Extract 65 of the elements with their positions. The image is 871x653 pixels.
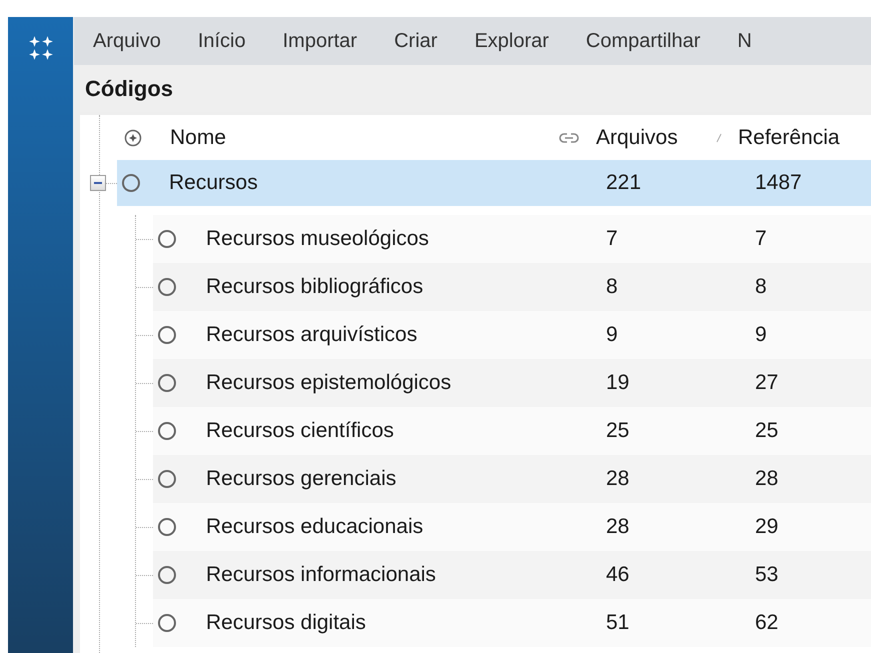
menu-item[interactable]: Explorar (474, 30, 549, 52)
code-circle-icon (158, 470, 176, 488)
table-cell: 25 (755, 419, 778, 443)
table-cell: 62 (755, 611, 778, 635)
table-cell: 28 (755, 467, 778, 491)
code-name: Recursos arquivísticos (206, 323, 418, 347)
code-name: Recursos (169, 171, 259, 195)
table-cell: 27 (755, 371, 778, 395)
table-cell: 9 (755, 323, 767, 347)
tree-row[interactable]: Recursos científicos 25 25 (153, 407, 871, 455)
table-cell: 53 (755, 563, 778, 587)
table-cell: 1487 (755, 171, 802, 195)
menu-item[interactable]: Arquivo (93, 30, 161, 52)
tree-row[interactable]: Recursos museológicos 7 7 (153, 215, 871, 263)
tree-row[interactable]: Recursos gerenciais 28 28 (153, 455, 871, 503)
code-name: Recursos digitais (206, 611, 367, 635)
code-circle-icon (158, 278, 176, 296)
table-cell-text: 9 (606, 323, 619, 347)
collapse-toggle[interactable] (90, 175, 106, 191)
table-cell-text: 221 (606, 171, 642, 195)
menu-item[interactable]: Compartilhar (586, 30, 700, 52)
menu-item[interactable]: Importar (282, 30, 358, 52)
panel-title: Códigos (85, 76, 173, 102)
table-cell-text: 8 (606, 275, 619, 299)
code-circle-icon (158, 422, 176, 440)
tree-row[interactable]: Recursos informacionais 46 53 (153, 551, 871, 599)
tree-row[interactable]: Recursos digitais 51 62 (153, 599, 871, 647)
tree-row[interactable]: Recursos bibliográficos 8 8 (153, 263, 871, 311)
table-cell: 8 (755, 275, 767, 299)
code-name: Recursos informacionais (206, 563, 437, 587)
code-circle-icon (158, 230, 176, 248)
menu-item[interactable]: Criar (394, 30, 438, 52)
table-cell-text: 51 (606, 611, 630, 635)
tree-row[interactable]: Recursos 221 1487 (117, 160, 871, 206)
table-cell-text: 25 (606, 419, 630, 443)
menu-item[interactable]: N (737, 30, 752, 52)
code-name: Recursos museológicos (206, 227, 430, 251)
code-name: Recursos epistemológicos (206, 371, 452, 395)
column-header[interactable]: Nome (170, 126, 547, 150)
code-circle-icon (158, 326, 176, 344)
add-icon[interactable] (124, 128, 142, 146)
table-cell: 29 (755, 515, 778, 539)
code-name: Recursos educacionais (206, 515, 424, 539)
table-cell-text: 28 (606, 467, 630, 491)
code-circle-icon (158, 518, 176, 536)
code-circle-icon (158, 614, 176, 632)
table-cell-text: 28 (606, 515, 630, 539)
tree-row[interactable]: Recursos educacionais 28 29 (153, 503, 871, 551)
table-cell-text: 19 (606, 371, 630, 395)
menu-item[interactable]: Início (198, 30, 246, 52)
column-header[interactable]: Referência (738, 126, 840, 150)
tree-row[interactable]: Recursos epistemológicos 19 27 (153, 359, 871, 407)
code-circle-icon (158, 566, 176, 584)
code-name: Recursos bibliográficos (206, 275, 424, 299)
table-cell-text: 46 (606, 563, 630, 587)
code-name: Recursos científicos (206, 419, 395, 443)
link-icon[interactable] (559, 132, 579, 144)
code-name: Recursos gerenciais (206, 467, 398, 491)
app-logo-icon[interactable] (28, 35, 54, 61)
column-header[interactable]: Arquivos (596, 126, 716, 150)
code-circle-icon (158, 374, 176, 392)
table-cell: 7 (755, 227, 767, 251)
tree-row[interactable]: Recursos arquivísticos 9 9 (153, 311, 871, 359)
code-circle-icon (122, 174, 140, 192)
table-cell-text: 7 (606, 227, 619, 251)
